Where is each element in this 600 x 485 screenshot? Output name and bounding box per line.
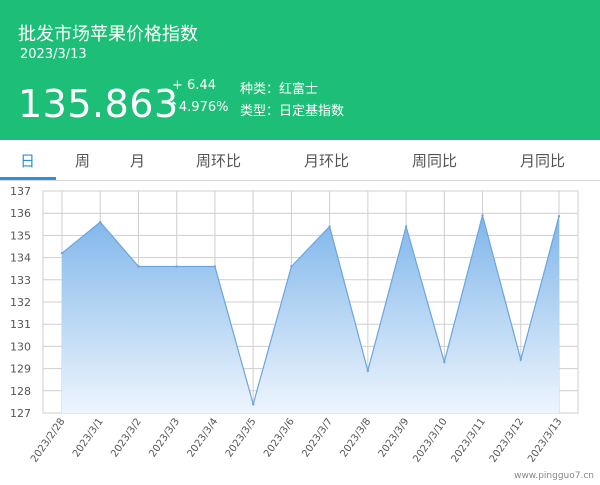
y-tick-label: 127 xyxy=(10,407,31,420)
date-label: 2023/3/13 xyxy=(20,47,87,62)
series-area xyxy=(60,213,561,413)
data-point xyxy=(60,251,64,255)
y-tick-label: 134 xyxy=(10,252,31,265)
x-tick-label: 2023/3/2 xyxy=(109,416,144,459)
tab-week[interactable]: 周 xyxy=(75,140,90,180)
x-tick-label: 2023/3/6 xyxy=(262,416,297,459)
area-fill xyxy=(62,215,559,413)
index-type-label: 类型：日定基指数 xyxy=(240,104,345,119)
data-point xyxy=(404,225,408,228)
data-point xyxy=(557,215,561,218)
data-point xyxy=(175,265,178,268)
y-tick-label: 137 xyxy=(10,185,31,198)
data-point xyxy=(481,214,484,217)
y-tick-label: 135 xyxy=(10,229,31,242)
x-tick-label: 2023/3/4 xyxy=(186,416,221,459)
tab-day[interactable]: 日 xyxy=(20,140,35,180)
data-point xyxy=(290,265,293,268)
change-value: + 6.44 xyxy=(172,78,216,93)
tab-month[interactable]: 月 xyxy=(130,140,145,180)
change-percent: ↑4.976% xyxy=(168,100,229,115)
y-tick-label: 129 xyxy=(10,363,31,376)
data-point xyxy=(137,265,140,268)
x-tick-label: 2023/2/28 xyxy=(29,416,67,464)
y-tick-label: 136 xyxy=(10,207,31,220)
y-tick-label: 128 xyxy=(10,385,31,398)
price-value: 135.863 xyxy=(18,82,179,126)
tab-week-on-week[interactable]: 周环比 xyxy=(196,140,241,180)
header: 批发市场苹果价格指数 2023/3/13 135.863 + 6.44 ↑4.9… xyxy=(0,0,600,140)
x-tick-label: 2023/3/13 xyxy=(526,416,564,464)
y-tick-label: 131 xyxy=(10,318,31,331)
page-title: 批发市场苹果价格指数 xyxy=(18,24,198,45)
variety-label: 种类：红富士 xyxy=(240,82,319,97)
watermark: www.pingguo7.cn xyxy=(514,471,594,481)
tab-month-year-on-year[interactable]: 月同比 xyxy=(520,140,565,180)
x-tick-label: 2023/3/11 xyxy=(450,416,488,464)
x-tick-label: 2023/3/7 xyxy=(300,416,335,459)
x-tick-label: 2023/3/3 xyxy=(147,416,182,459)
tab-week-year-on-year[interactable]: 周同比 xyxy=(412,140,457,180)
data-point xyxy=(99,220,102,224)
data-point xyxy=(213,265,217,268)
y-tick-label: 133 xyxy=(10,274,31,287)
period-tabs: 日 周 月 周环比 月环比 周同比 月同比 xyxy=(0,140,600,181)
x-tick-label: 2023/3/5 xyxy=(224,416,259,459)
price-chart: 127 128 129 130 131 132 133 134 135 136 137 2023/2/… xyxy=(10,185,579,465)
active-tab-indicator xyxy=(0,177,56,180)
data-point xyxy=(443,360,446,364)
x-tick-label: 2023/3/10 xyxy=(411,416,449,464)
x-tick-label: 2023/3/9 xyxy=(377,416,412,459)
x-tick-label: 2023/3/8 xyxy=(339,416,374,459)
x-tick-label: 2023/3/1 xyxy=(71,416,106,459)
data-point xyxy=(519,358,522,361)
data-point xyxy=(366,369,370,373)
y-tick-label: 132 xyxy=(10,296,31,309)
tab-month-on-month[interactable]: 月环比 xyxy=(304,140,349,180)
x-tick-label: 2023/3/12 xyxy=(488,416,526,464)
data-point xyxy=(328,225,331,228)
data-point xyxy=(251,402,255,406)
y-tick-label: 130 xyxy=(10,340,31,353)
